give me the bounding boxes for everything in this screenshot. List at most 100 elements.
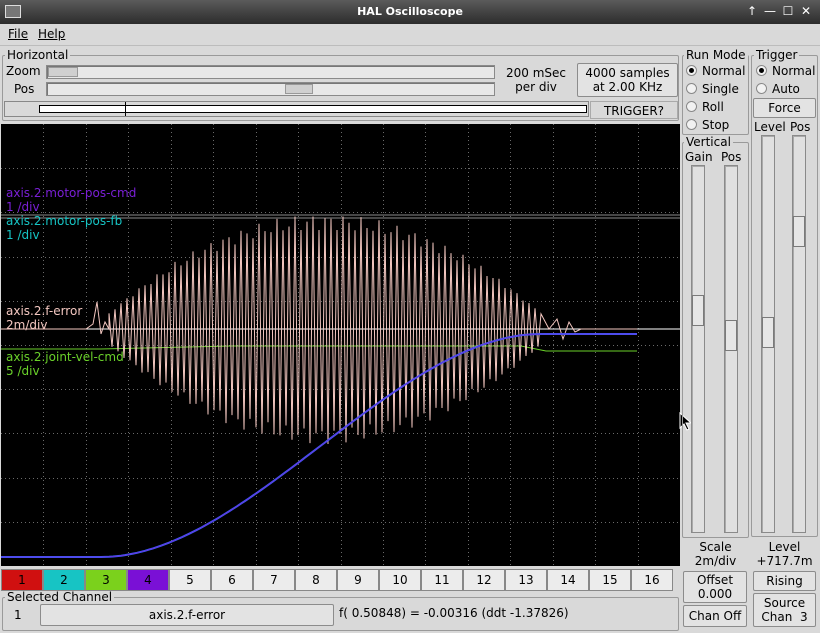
trigger-level-caption: Level: [768, 540, 801, 554]
trace-label-motor-pos-cmd: axis.2.motor-pos-cmd 1 /div: [6, 186, 136, 214]
trigger-marker: [125, 102, 126, 116]
channel-button-16[interactable]: 16: [631, 569, 673, 591]
run-mode-legend: Run Mode: [684, 48, 748, 62]
channel-button-14[interactable]: 14: [547, 569, 589, 591]
record-window: [39, 105, 587, 113]
vertical-pos-label: Pos: [721, 150, 742, 164]
trace-label-f-error: axis.2.f-error 2m/div: [6, 304, 82, 332]
channel-button-5[interactable]: 5: [169, 569, 211, 591]
close-icon[interactable]: ✕: [798, 3, 814, 19]
radio-indicator: [686, 83, 697, 94]
channel-selector-bar: 1 2 3 4 5 6 7 8 9 10 11 12 13 14 15 16: [1, 569, 680, 591]
run-mode-roll-radio[interactable]: Roll: [684, 99, 724, 115]
trigger-level-slider[interactable]: [761, 135, 775, 533]
maximize-icon[interactable]: ☐: [780, 3, 796, 19]
pos-label: Pos: [14, 82, 35, 96]
channel-button-1[interactable]: 1: [1, 569, 43, 591]
trace-f-error: [1, 216, 637, 444]
scope-display[interactable]: axis.2.motor-pos-cmd 1 /div axis.2.motor…: [1, 124, 680, 566]
channel-button-6[interactable]: 6: [211, 569, 253, 591]
gain-label: Gain: [685, 150, 713, 164]
menu-bar: File Help: [0, 24, 820, 46]
window-title: HAL Oscilloscope: [357, 5, 463, 18]
samples-rate: at 2.00 KHz: [592, 80, 663, 94]
vertical-legend: Vertical: [684, 135, 733, 149]
trigger-edge-button[interactable]: Rising: [753, 571, 816, 591]
minimize-icon[interactable]: —: [762, 3, 778, 19]
trace-name: axis.2.motor-pos-fb: [6, 214, 123, 228]
trace-name: axis.2.joint-vel-cmd: [6, 350, 124, 364]
channel-button-4[interactable]: 4: [127, 569, 169, 591]
keep-above-icon[interactable]: ↑: [744, 3, 760, 19]
trigger-pos-label: Pos: [790, 120, 811, 134]
radio-indicator: [686, 101, 697, 112]
radio-indicator: [756, 65, 767, 76]
channel-button-7[interactable]: 7: [253, 569, 295, 591]
trace-scale: 1 /div: [6, 228, 40, 242]
radio-indicator: [686, 119, 697, 130]
radio-label: Auto: [772, 82, 800, 96]
trigger-source-button[interactable]: Source Chan 3: [753, 593, 816, 627]
pos-slider[interactable]: [46, 82, 495, 96]
radio-label: Stop: [702, 118, 730, 132]
radio-indicator: [756, 83, 767, 94]
pos-slider-thumb[interactable]: [285, 84, 313, 94]
trigger-legend: Trigger: [754, 48, 800, 62]
run-mode-stop-radio[interactable]: Stop: [684, 117, 729, 133]
channel-button-8[interactable]: 8: [295, 569, 337, 591]
trigger-pos-slider-thumb[interactable]: [793, 216, 805, 247]
trigger-level-value: +717.7m: [756, 554, 813, 568]
channel-button-9[interactable]: 9: [337, 569, 379, 591]
sample-rate-button[interactable]: 4000 samples at 2.00 KHz: [577, 63, 678, 97]
trace-name: axis.2.motor-pos-cmd: [6, 186, 137, 200]
radio-label: Normal: [702, 64, 746, 78]
channel-button-3[interactable]: 3: [85, 569, 127, 591]
vertical-pos-slider[interactable]: [724, 165, 738, 533]
rate-display: 200 mSec per div: [500, 66, 572, 94]
vertical-pos-slider-thumb[interactable]: [725, 320, 737, 351]
run-mode-single-radio[interactable]: Single: [684, 81, 739, 97]
trigger-normal-radio[interactable]: Normal: [754, 63, 815, 79]
menu-help[interactable]: Help: [38, 27, 65, 41]
gain-slider[interactable]: [691, 165, 705, 533]
trigger-pos-slider[interactable]: [792, 135, 806, 533]
offset-button[interactable]: Offset 0.000: [683, 571, 747, 603]
channel-button-15[interactable]: 15: [589, 569, 631, 591]
radio-indicator: [686, 65, 697, 76]
zoom-slider-thumb[interactable]: [48, 67, 78, 77]
trace-scale: 1 /div: [6, 200, 40, 214]
offset-value: 0.000: [697, 587, 733, 601]
trigger-source-value: Chan 3: [761, 610, 808, 624]
run-mode-normal-radio[interactable]: Normal: [684, 63, 745, 79]
channel-button-13[interactable]: 13: [505, 569, 547, 591]
channel-button-11[interactable]: 11: [421, 569, 463, 591]
rate-value: 200 mSec: [505, 66, 566, 80]
radio-label: Roll: [702, 100, 724, 114]
scale-label: Scale: [699, 540, 732, 554]
trace-label-motor-pos-fb: axis.2.motor-pos-fb 1 /div: [6, 214, 122, 242]
title-bar: HAL Oscilloscope ↑ — ☐ ✕: [0, 0, 820, 24]
selected-channel-legend: Selected Channel: [5, 590, 115, 604]
channel-button-12[interactable]: 12: [463, 569, 505, 591]
channel-button-2[interactable]: 2: [43, 569, 85, 591]
offset-label: Offset: [696, 573, 734, 587]
samples-count: 4000 samples: [585, 66, 670, 80]
trigger-level-slider-thumb[interactable]: [762, 317, 774, 348]
force-button[interactable]: Force: [753, 98, 816, 118]
trigger-auto-radio[interactable]: Auto: [754, 81, 800, 97]
trigger-status: TRIGGER?: [590, 101, 678, 119]
trace-name: axis.2.f-error: [6, 304, 83, 318]
radio-label: Normal: [772, 64, 816, 78]
zoom-slider[interactable]: [46, 65, 495, 79]
trigger-level-display: Level +717.7m: [751, 540, 818, 568]
menu-file[interactable]: File: [8, 27, 28, 41]
trigger-source-label: Source: [763, 596, 806, 610]
value-readout: f( 0.50848) = -0.00316 (ddt -1.37826): [339, 606, 569, 620]
chan-off-button[interactable]: Chan Off: [683, 605, 747, 627]
gain-slider-thumb[interactable]: [692, 295, 704, 326]
channel-button-10[interactable]: 10: [379, 569, 421, 591]
selected-channel-name-button[interactable]: axis.2.f-error: [40, 604, 334, 626]
record-position-bar[interactable]: [4, 101, 589, 117]
trace-scale: 2m/div: [6, 318, 48, 332]
rate-unit: per div: [515, 80, 557, 94]
